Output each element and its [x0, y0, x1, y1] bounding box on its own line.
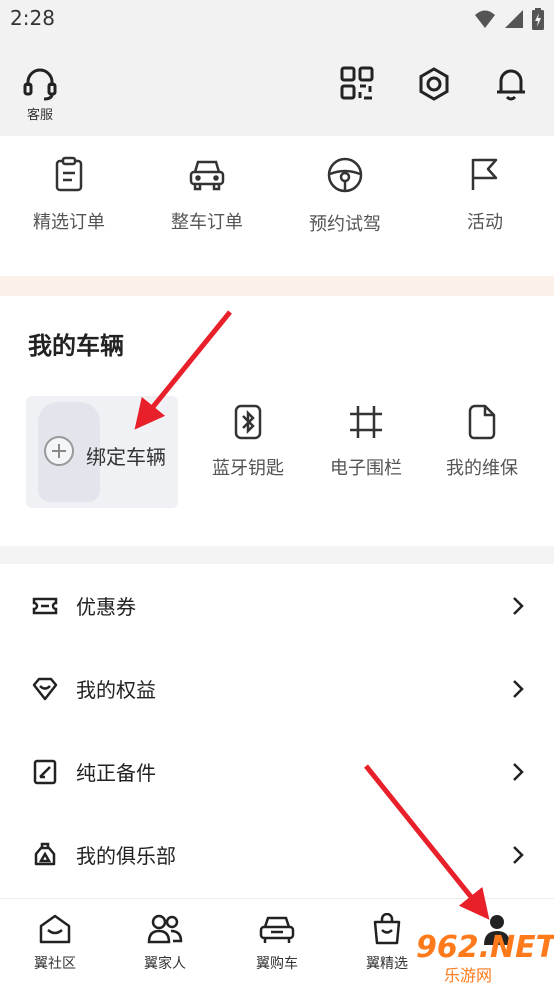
annotation-arrows: [134, 310, 490, 920]
annotation-arrow: [364, 764, 490, 920]
annotation-arrow: [134, 310, 232, 430]
watermark-logo: 962.NET: [416, 930, 554, 965]
watermark: 962.NET 乐游网: [416, 922, 554, 985]
watermark-sub: 乐游网: [444, 966, 493, 985]
